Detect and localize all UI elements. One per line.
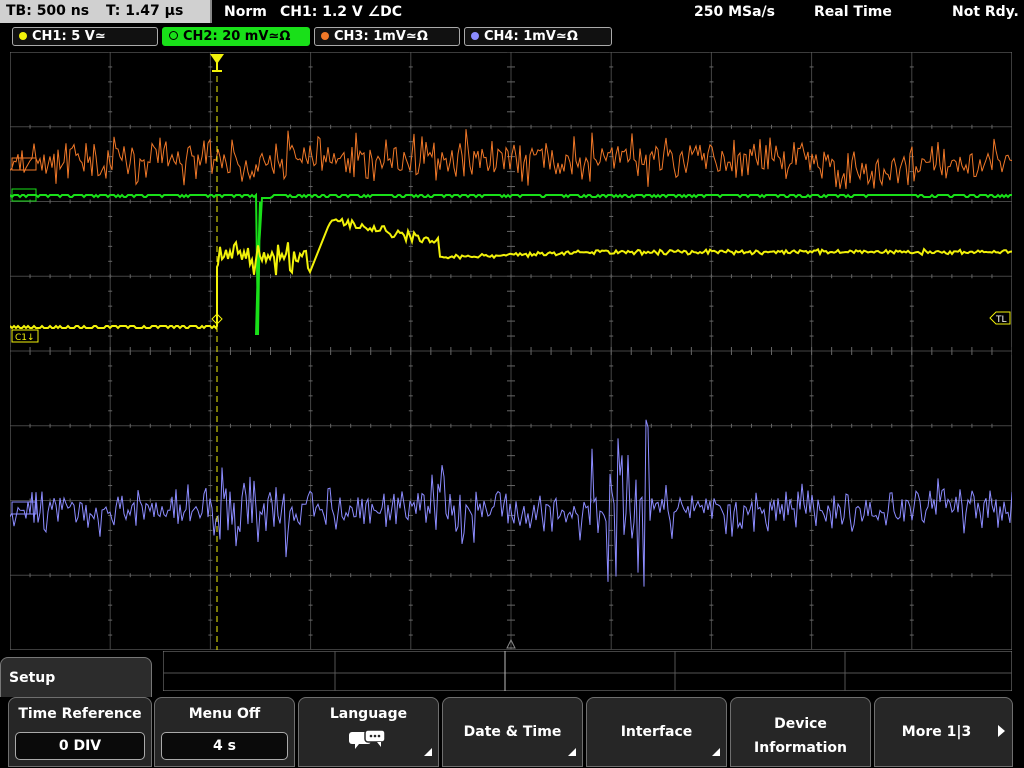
menu-tab-setup[interactable]: Setup (0, 657, 152, 697)
trigger-level-label: TL (995, 315, 1007, 325)
ch3-label: CH3: 1mV≃Ω (334, 29, 428, 44)
ch2-color-dot-icon (169, 31, 178, 40)
time-reference-title: Time Reference (18, 706, 142, 722)
channel-bar: CH1: 5 V≃ CH2: 20 mV≃Ω CH3: 1mV≃Ω CH4: 1… (0, 26, 1024, 48)
time-reference-value: 0 DIV (15, 732, 145, 760)
channel-ch1-button[interactable]: CH1: 5 V≃ (12, 27, 158, 46)
interface-title: Interface (620, 724, 693, 740)
ch4-label: CH4: 1mV≃Ω (484, 29, 578, 44)
trigger-settings[interactable]: CH1: 1.2 V ∠DC (280, 0, 402, 24)
ch3-color-dot-icon (321, 31, 329, 40)
channel-ch4-button[interactable]: CH4: 1mV≃Ω (464, 27, 612, 46)
softkey-label-strip (163, 651, 1012, 691)
acquisition-status: Not Rdy. (952, 4, 1019, 20)
device-information-softkey[interactable]: Device Information (730, 697, 871, 767)
ch1-marker-label: C1↓ (15, 333, 35, 343)
timebase-box[interactable]: TB: 500 ns T: 1.47 µs (0, 0, 212, 23)
timebase-value: TB: 500 ns (6, 3, 90, 19)
date-time-softkey[interactable]: Date & Time (442, 697, 583, 767)
submenu-indicator-icon (712, 748, 720, 756)
waveform-display[interactable]: C1↓ TL (10, 52, 1012, 650)
date-time-title: Date & Time (463, 724, 562, 740)
language-title: Language (329, 706, 408, 722)
status-bar: TB: 500 ns T: 1.47 µs Norm CH1: 1.2 V ∠D… (0, 0, 1024, 24)
trigger-mode[interactable]: Norm (224, 0, 267, 24)
menu-off-softkey[interactable]: Menu Off 4 s (154, 697, 295, 767)
ch4-color-dot-icon (471, 31, 479, 40)
menu-off-title: Menu Off (188, 706, 261, 722)
device-information-title: Device Information (754, 716, 847, 756)
ch2-label: CH2: 20 mV≃Ω (183, 29, 291, 44)
channel-ch2-button[interactable]: CH2: 20 mV≃Ω (162, 27, 310, 46)
ch1-color-dot-icon (19, 31, 27, 40)
sample-rate: 250 MSa/s (694, 4, 776, 20)
speech-bubbles-icon (349, 729, 386, 749)
time-reference-softkey[interactable]: Time Reference 0 DIV (8, 697, 152, 767)
ch1-label: CH1: 5 V≃ (32, 29, 106, 44)
channel-ch3-button[interactable]: CH3: 1mV≃Ω (314, 27, 460, 46)
submenu-indicator-icon (424, 748, 432, 756)
arrow-right-icon (998, 725, 1005, 737)
trigger-position-value: T: 1.47 µs (105, 3, 184, 19)
acquisition-mode[interactable]: Real Time (814, 0, 892, 24)
menu-off-value: 4 s (161, 732, 288, 760)
interface-softkey[interactable]: Interface (586, 697, 727, 767)
more-softkey[interactable]: More 1|3 (874, 697, 1013, 767)
more-title: More 1|3 (901, 724, 972, 740)
language-softkey[interactable]: Language (298, 697, 439, 767)
submenu-indicator-icon (568, 748, 576, 756)
